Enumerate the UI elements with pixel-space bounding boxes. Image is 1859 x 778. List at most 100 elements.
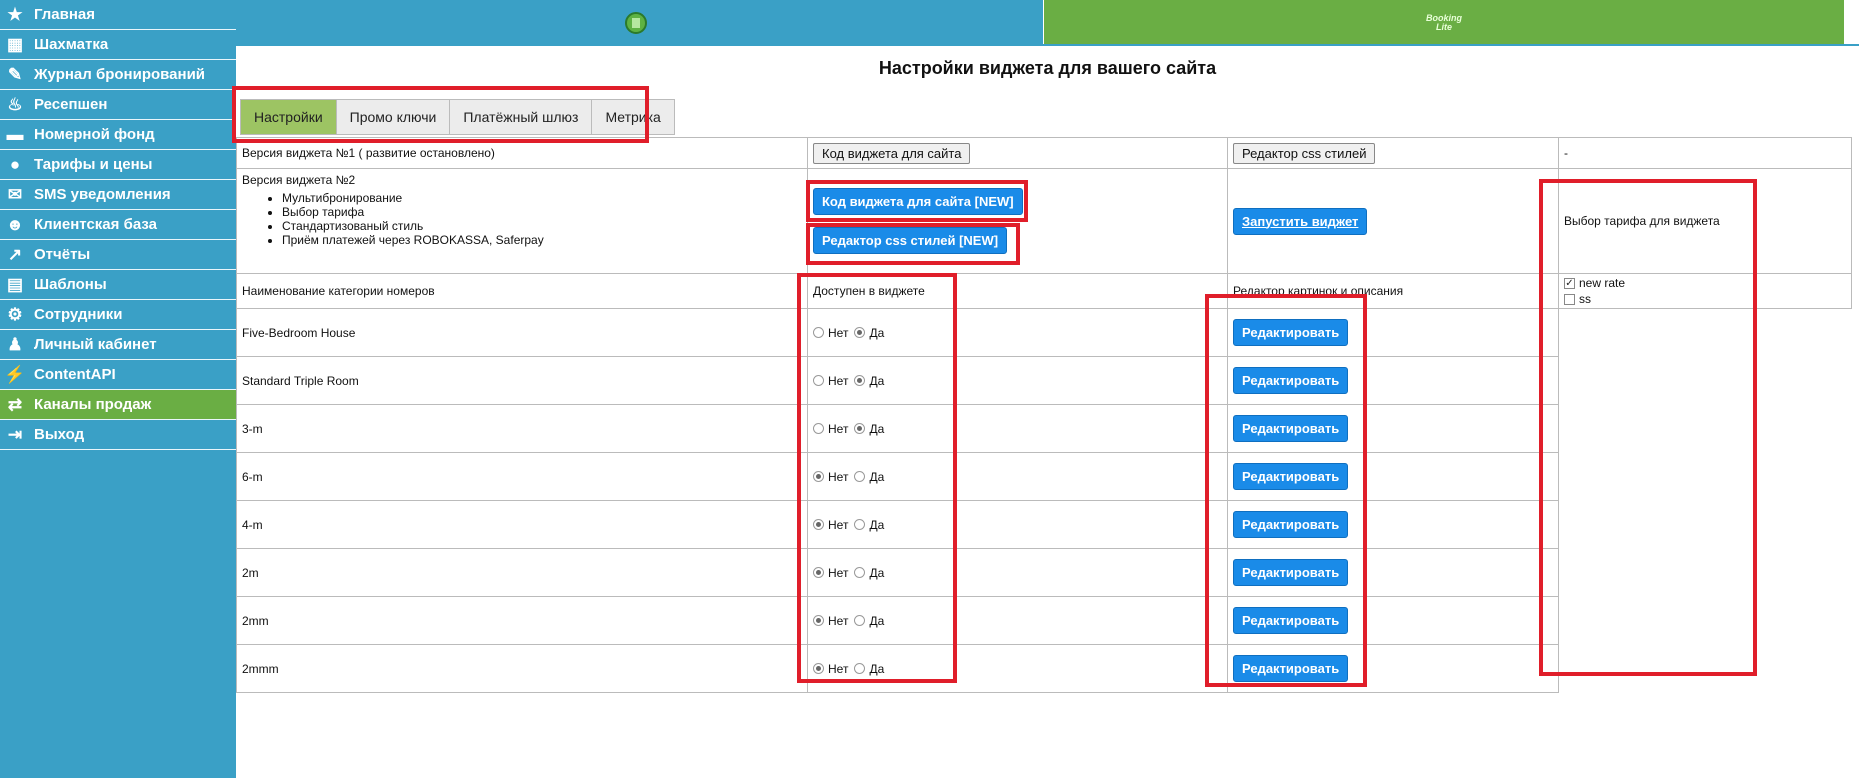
- radio-yes[interactable]: [854, 663, 866, 675]
- radio-no[interactable]: [813, 567, 824, 579]
- table-row: 6-m Нет Да Редактировать: [236, 452, 1852, 501]
- tariff-option: ss: [1564, 292, 1846, 306]
- availability-cell: Нет Да: [807, 308, 1228, 357]
- radio-yes-label: Да: [869, 469, 885, 484]
- edit-button[interactable]: Редактировать: [1233, 463, 1349, 490]
- edit-button[interactable]: Редактировать: [1233, 559, 1349, 586]
- chessboard-icon: ▦: [6, 34, 24, 54]
- radio-no[interactable]: [813, 423, 824, 435]
- feature-item: Стандартизованый стиль: [282, 219, 802, 233]
- api-icon: ⚡: [4, 364, 26, 384]
- availability-cell: Нет Да: [807, 548, 1228, 597]
- edit-button[interactable]: Редактировать: [1233, 655, 1349, 682]
- categories-header-row: Наименование категории номеров Доступен …: [236, 273, 1852, 309]
- widget-v2-code-button[interactable]: Код виджета для сайта [NEW]: [813, 188, 1023, 215]
- sidebar-item-label: Номерной фонд: [34, 126, 155, 143]
- widget-v2-css-button[interactable]: Редактор css стилей [NEW]: [813, 227, 1008, 254]
- radio-no[interactable]: [813, 327, 824, 339]
- sidebar-item-5[interactable]: ● Тарифы и цены: [0, 150, 236, 180]
- sidebar-item-label: Каналы продаж: [34, 396, 152, 413]
- radio-no-label: Нет: [828, 661, 849, 676]
- availability-cell: Нет Да: [807, 356, 1228, 405]
- tab-3[interactable]: Метрика: [591, 99, 675, 135]
- tariff-checkbox[interactable]: ✓: [1564, 278, 1575, 290]
- sidebar-item-12[interactable]: ⚡ ContentAPI: [0, 360, 236, 390]
- widget-v1-code-button[interactable]: Код виджета для сайта: [813, 142, 971, 164]
- category-name: 4-m: [236, 500, 808, 549]
- top-bar-left[interactable]: [236, 0, 1044, 44]
- tab-1[interactable]: Промо ключи: [335, 99, 451, 135]
- sidebar-item-0[interactable]: ★ Главная: [0, 0, 236, 30]
- radio-yes[interactable]: [854, 519, 866, 531]
- tab-bar: Настройки Промо ключи Платёжный шлюз Метрик…: [240, 99, 675, 135]
- gear-icon: ⚙: [7, 304, 23, 324]
- journal-icon: ✎: [7, 64, 23, 84]
- radio-yes[interactable]: [854, 423, 866, 435]
- radio-yes[interactable]: [854, 615, 866, 627]
- edit-button[interactable]: Редактировать: [1233, 511, 1349, 538]
- sidebar-item-2[interactable]: ✎ Журнал бронирований: [0, 60, 236, 90]
- table-row: Standard Triple Room Нет Да Редактировать: [236, 356, 1852, 405]
- sidebar-item-13[interactable]: ⇄ Каналы продаж: [0, 390, 236, 420]
- sidebar-item-4[interactable]: ▬ Номерной фонд: [0, 120, 236, 150]
- radio-no[interactable]: [813, 663, 824, 675]
- sidebar-item-label: Шаблоны: [34, 276, 107, 293]
- edit-cell: Редактировать: [1227, 356, 1559, 405]
- tariff-checkbox[interactable]: [1564, 294, 1575, 306]
- availability-cell: Нет Да: [807, 644, 1228, 693]
- edit-button[interactable]: Редактировать: [1233, 415, 1349, 442]
- widget-v2-row: Версия виджета №2 МультибронированиеВыбо…: [236, 168, 1852, 274]
- radio-yes-label: Да: [869, 517, 885, 532]
- sidebar-item-11[interactable]: ♟ Личный кабинет: [0, 330, 236, 360]
- launch-widget-button[interactable]: Запустить виджет: [1233, 207, 1368, 235]
- booking-lite-logo[interactable]: Booking Lite: [1414, 14, 1474, 32]
- availability-cell: Нет Да: [807, 596, 1228, 645]
- col-name-header: Наименование категории номеров: [236, 273, 808, 309]
- radio-yes[interactable]: [854, 327, 866, 339]
- bed-icon: ▬: [6, 124, 24, 144]
- sidebar-item-7[interactable]: ☻ Клиентская база: [0, 210, 236, 240]
- radio-yes[interactable]: [854, 375, 866, 387]
- sidebar-item-6[interactable]: ✉ SMS уведомления: [0, 180, 236, 210]
- sidebar-item-label: SMS уведомления: [34, 186, 171, 203]
- sidebar-item-label: Личный кабинет: [34, 336, 157, 353]
- sidebar-item-3[interactable]: ♨ Ресепшен: [0, 90, 236, 120]
- clients-icon: ☻: [6, 214, 24, 234]
- radio-no[interactable]: [813, 375, 824, 387]
- category-name: 2mmm: [236, 644, 808, 693]
- edit-button[interactable]: Редактировать: [1233, 367, 1349, 394]
- edit-button[interactable]: Редактировать: [1233, 319, 1349, 346]
- app-logo-icon[interactable]: [625, 12, 647, 34]
- sidebar-item-14[interactable]: ⇥ Выход: [0, 420, 236, 450]
- user-icon: ♟: [7, 334, 23, 354]
- exit-icon: ⇥: [7, 424, 23, 444]
- radio-no-label: Нет: [828, 517, 849, 532]
- edit-cell: Редактировать: [1227, 644, 1559, 693]
- money-bag-icon: ●: [9, 154, 21, 174]
- sidebar-item-1[interactable]: ▦ Шахматка: [0, 30, 236, 60]
- table-row: Five-Bedroom House Нет Да Редактировать: [236, 308, 1852, 357]
- edit-button[interactable]: Редактировать: [1233, 607, 1349, 634]
- sidebar-item-label: Сотрудники: [34, 306, 123, 323]
- tab-2[interactable]: Платёжный шлюз: [449, 99, 593, 135]
- edit-cell: Редактировать: [1227, 596, 1559, 645]
- tariff-list-cell: ✓ new rate ss: [1558, 273, 1852, 309]
- sidebar-item-9[interactable]: ▤ Шаблоны: [0, 270, 236, 300]
- tab-0[interactable]: Настройки: [240, 99, 337, 135]
- category-name: 2mm: [236, 596, 808, 645]
- sidebar-item-10[interactable]: ⚙ Сотрудники: [0, 300, 236, 330]
- tariff-select-label: Выбор тарифа для виджета: [1558, 168, 1852, 274]
- table-row: 3-m Нет Да Редактировать: [236, 404, 1852, 453]
- sidebar: ★ Главная ▦ Шахматка ✎ Журнал бронирований ♨ Ре…: [0, 0, 236, 778]
- top-bar-right[interactable]: Booking Lite: [1044, 0, 1844, 44]
- radio-yes-label: Да: [869, 421, 885, 436]
- radio-no[interactable]: [813, 471, 824, 483]
- widget-v1-css-button[interactable]: Редактор css стилей: [1233, 142, 1376, 164]
- widget-v1-note: -: [1558, 137, 1852, 169]
- sidebar-item-8[interactable]: ↗ Отчёты: [0, 240, 236, 270]
- category-name: Standard Triple Room: [236, 356, 808, 405]
- radio-yes[interactable]: [854, 567, 866, 579]
- radio-no[interactable]: [813, 615, 824, 627]
- radio-yes[interactable]: [854, 471, 866, 483]
- radio-no[interactable]: [813, 519, 824, 531]
